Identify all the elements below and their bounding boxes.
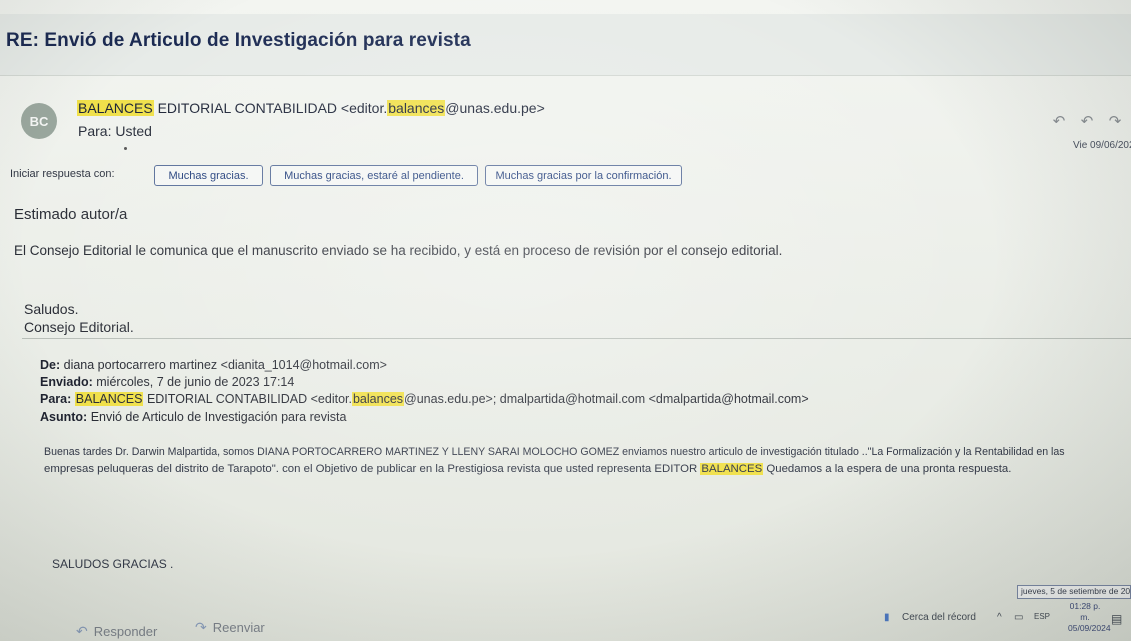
quoted-to-rest: @unas.edu.pe>; dmalpartida@hotmail.com <… xyxy=(404,392,809,406)
taskbar-clock[interactable]: 01:28 p. m. 05/09/2024 xyxy=(1068,601,1111,634)
footer-forward-button[interactable]: ↷ Reenviar xyxy=(195,619,265,636)
quoted-from-value: diana portocarrero martinez <dianita_101… xyxy=(60,358,387,372)
message-date: Vie 09/06/2023 xyxy=(1073,140,1131,151)
reply-arrow-icon: ↶ xyxy=(76,623,88,639)
footer-reply-button[interactable]: ↶ Responder xyxy=(76,623,157,640)
notification-icon[interactable]: ▤ xyxy=(1111,612,1122,626)
quoted-to-mid: EDITORIAL CONTABILIDAD <editor. xyxy=(143,392,352,406)
sender-name: EDITORIAL CONTABILIDAD <editor. xyxy=(153,100,388,116)
quoted-to-highlight-1: BALANCES xyxy=(74,392,144,406)
sender-avatar: BC xyxy=(21,103,57,139)
quoted-message-highlight: BALANCES xyxy=(700,463,764,475)
footer-reply-label: Responder xyxy=(93,624,158,639)
quoted-subject-label: Asunto: xyxy=(40,410,88,424)
screen-glare xyxy=(0,0,1131,641)
body-closing-1: Saludos. xyxy=(24,301,79,317)
language-indicator[interactable]: ESP xyxy=(1034,612,1050,621)
body-closing-2: Consejo Editorial. xyxy=(24,319,134,335)
clock-date: 05/09/2024 xyxy=(1068,623,1111,633)
quoted-sent: Enviado: miércoles, 7 de junio de 2023 1… xyxy=(40,375,294,389)
footer-forward-label: Reenviar xyxy=(212,620,265,635)
reply-all-icon[interactable]: ↶ xyxy=(1079,112,1095,130)
sender-name-highlight: BALANCES xyxy=(77,100,154,116)
quoted-to-label: Para: xyxy=(40,392,72,406)
sender-line[interactable]: BALANCES EDITORIAL CONTABILIDAD <editor.… xyxy=(77,100,545,116)
quoted-message-line-2a: empresas peluqueras del distrito de Tara… xyxy=(44,463,701,475)
quoted-message-line-2b: Quedamos a la espera de una pronta respu… xyxy=(763,463,1012,475)
weather-status[interactable]: Cerca del récord xyxy=(902,612,976,623)
quoted-sent-label: Enviado: xyxy=(40,375,93,389)
quick-reply-button-3[interactable]: Muchas gracias por la confirmación. xyxy=(485,165,682,186)
clock-time: 01:28 p. m. xyxy=(1069,601,1101,622)
recipient-line: Para: Usted xyxy=(78,123,152,139)
quoted-subject-value: Envió de Articulo de Investigación para … xyxy=(87,410,347,424)
quoted-subject: Asunto: Envió de Articulo de Investigaci… xyxy=(40,410,346,424)
display-icon[interactable]: ▭ xyxy=(1014,612,1023,623)
quoted-signoff: SALUDOS GRACIAS . xyxy=(52,557,174,571)
quoted-from-label: De: xyxy=(40,358,61,372)
message-actions: ↶ ↶ ↷ xyxy=(1051,112,1123,130)
quick-reply-button-1[interactable]: Muchas gracias. xyxy=(154,165,263,186)
tray-chevron-icon[interactable]: ^ xyxy=(997,612,1002,623)
quick-reply-label: Iniciar respuesta con: xyxy=(10,168,115,180)
email-window: RE: Envió de Articulo de Investigación p… xyxy=(0,0,1131,641)
quoted-from: De: diana portocarrero martinez <dianita… xyxy=(40,358,387,372)
weather-icon[interactable]: ▮ xyxy=(884,612,890,623)
email-subject: RE: Envió de Articulo de Investigación p… xyxy=(6,30,471,51)
quick-reply-button-2[interactable]: Muchas gracias, estaré al pendiente. xyxy=(270,165,478,186)
quoted-message-line-2: empresas peluqueras del distrito de Tara… xyxy=(44,463,1011,475)
quote-divider xyxy=(22,338,1131,339)
date-popup: jueves, 5 de setiembre de 2024 xyxy=(1017,585,1131,599)
body-paragraph: El Consejo Editorial le comunica que el … xyxy=(14,243,783,258)
forward-icon[interactable]: ↷ xyxy=(1107,112,1123,130)
quoted-to: Para: BALANCES EDITORIAL CONTABILIDAD <e… xyxy=(40,392,809,406)
forward-arrow-icon: ↷ xyxy=(195,619,207,635)
bullet-dot xyxy=(124,147,127,150)
quoted-sent-value: miércoles, 7 de junio de 2023 17:14 xyxy=(92,375,295,389)
quoted-to-highlight-2: balances xyxy=(351,392,405,406)
body-greeting: Estimado autor/a xyxy=(14,206,128,223)
reply-icon[interactable]: ↶ xyxy=(1051,112,1067,130)
quoted-message-line-1: Buenas tardes Dr. Darwin Malpartida, som… xyxy=(44,446,1065,458)
sender-email-highlight: balances xyxy=(387,100,446,116)
sender-email-domain: @unas.edu.pe> xyxy=(445,100,545,116)
